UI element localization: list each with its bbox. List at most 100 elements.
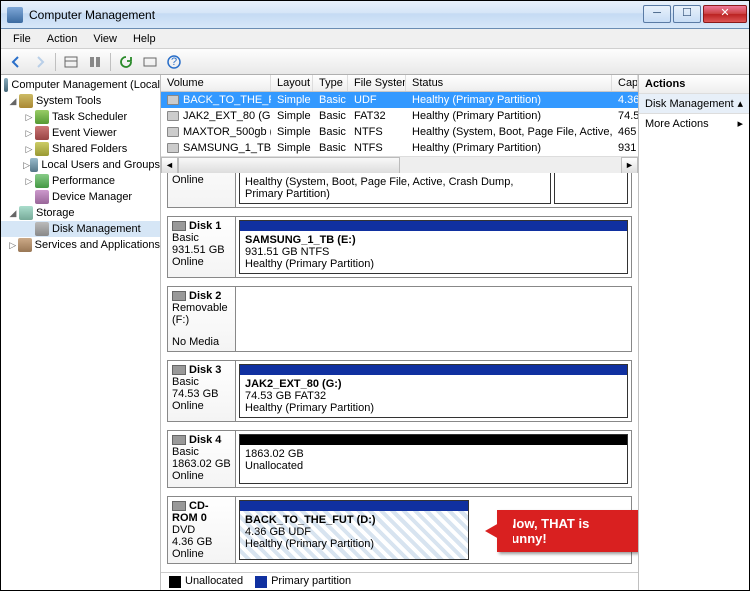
task-icon — [35, 110, 49, 124]
device-icon — [35, 190, 49, 204]
scroll-left-button[interactable]: ◄ — [161, 157, 178, 174]
refresh-button[interactable] — [115, 51, 137, 73]
disk-info: Disk 3Basic74.53 GBOnline — [168, 361, 236, 421]
tree-performance[interactable]: ▷Performance — [1, 173, 160, 189]
volume-row[interactable]: MAXTOR_500gb (C:)SimpleBasicNTFSHealthy … — [161, 124, 638, 140]
disk-partitions: SAMSUNG_1_TB (E:)931.51 GB NTFSHealthy (… — [236, 217, 631, 277]
volume-icon — [167, 143, 179, 153]
scroll-right-button[interactable]: ► — [621, 157, 638, 174]
tree-shared-folders[interactable]: ▷Shared Folders — [1, 141, 160, 157]
col-volume[interactable]: Volume — [161, 75, 271, 91]
disk-drive-icon — [172, 365, 186, 375]
tree-services-apps[interactable]: ▷Services and Applications — [1, 237, 160, 253]
tree-disk-management[interactable]: Disk Management — [1, 221, 160, 237]
volume-icon — [167, 111, 179, 121]
disk-icon — [35, 222, 49, 236]
col-filesystem[interactable]: File System — [348, 75, 406, 91]
disk-row[interactable]: Disk 4Basic1863.02 GBOnline1863.02 GBUna… — [167, 430, 632, 488]
legend-swatch-primary — [255, 576, 267, 588]
volume-row[interactable]: JAK2_EXT_80 (G:)SimpleBasicFAT32Healthy … — [161, 108, 638, 124]
partition[interactable]: MAXTOR_500gb (C:)465.75 GB NTFSHealthy (… — [239, 173, 551, 204]
forward-button[interactable] — [29, 51, 51, 73]
tree-local-users[interactable]: ▷Local Users and Groups — [1, 157, 160, 173]
volume-list-header: Volume Layout Type File System Status Ca… — [161, 75, 638, 92]
menu-help[interactable]: Help — [125, 31, 164, 47]
tree-system-tools[interactable]: ◢System Tools — [1, 93, 160, 109]
actions-disk-management[interactable]: Disk Management▴ — [639, 94, 749, 114]
disk-partitions — [236, 287, 631, 351]
disk-info: Disk 1Basic931.51 GBOnline — [168, 217, 236, 277]
disk-partitions: MAXTOR_500gb (C:)465.75 GB NTFSHealthy (… — [236, 173, 631, 207]
tree-device-manager[interactable]: Device Manager — [1, 189, 160, 205]
tools-icon — [19, 94, 33, 108]
menu-action[interactable]: Action — [39, 31, 86, 47]
tree-event-viewer[interactable]: ▷Event Viewer — [1, 125, 160, 141]
partition-bar — [240, 435, 627, 445]
disk-partitions: BACK_TO_THE_FUT (D:)4.36 GB UDFHealthy (… — [236, 497, 631, 563]
partition[interactable]: SAMSUNG_1_TB (E:)931.51 GB NTFSHealthy (… — [239, 220, 628, 274]
volume-list[interactable]: BACK_TO_THE_FUT (D:)SimpleBasicUDFHealth… — [161, 92, 638, 156]
partition[interactable]: 9 MBUnallocated — [554, 173, 628, 204]
disk-row[interactable]: CD-ROM 0DVD4.36 GBOnlineBACK_TO_THE_FUT … — [167, 496, 632, 564]
actions-pane: Actions Disk Management▴ More Actions▸ — [639, 75, 749, 590]
volume-hscrollbar[interactable]: ◄ ► — [161, 156, 638, 173]
disk-info: Disk 0Basic465.76 GBOnline — [168, 173, 236, 207]
svg-text:?: ? — [171, 56, 177, 68]
disk-info: CD-ROM 0DVD4.36 GBOnline — [168, 497, 236, 563]
users-icon — [30, 158, 38, 172]
event-icon — [35, 126, 49, 140]
disk-row[interactable]: Disk 3Basic74.53 GBOnlineJAK2_EXT_80 (G:… — [167, 360, 632, 422]
partition[interactable]: 1863.02 GBUnallocated — [239, 434, 628, 484]
col-status[interactable]: Status — [406, 75, 612, 91]
partition[interactable]: BACK_TO_THE_FUT (D:)4.36 GB UDFHealthy (… — [239, 500, 469, 560]
disk-drive-icon — [172, 501, 186, 511]
window-minimize-button[interactable]: ─ — [643, 5, 671, 23]
tree-root[interactable]: Computer Management (Local — [1, 77, 160, 93]
toolbar-icon-4[interactable] — [139, 51, 161, 73]
disk-graphical-view[interactable]: Disk 0Basic465.76 GBOnlineMAXTOR_500gb (… — [161, 173, 638, 572]
actions-more[interactable]: More Actions▸ — [639, 114, 749, 133]
tree-storage[interactable]: ◢Storage — [1, 205, 160, 221]
legend-swatch-unallocated — [169, 576, 181, 588]
col-layout[interactable]: Layout — [271, 75, 313, 91]
legend-label-unallocated: Unallocated — [185, 575, 243, 587]
disk-row[interactable]: Disk 1Basic931.51 GBOnlineSAMSUNG_1_TB (… — [167, 216, 632, 278]
app-icon — [7, 7, 23, 23]
disk-partitions: JAK2_EXT_80 (G:)74.53 GB FAT32Healthy (P… — [236, 361, 631, 421]
disk-info: Disk 2Removable (F:)No Media — [168, 287, 236, 351]
menu-file[interactable]: File — [5, 31, 39, 47]
volume-row[interactable]: BACK_TO_THE_FUT (D:)SimpleBasicUDFHealth… — [161, 92, 638, 108]
disk-row[interactable]: Disk 2Removable (F:)No Media — [167, 286, 632, 352]
partition[interactable]: JAK2_EXT_80 (G:)74.53 GB FAT32Healthy (P… — [239, 364, 628, 418]
legend-label-primary: Primary partition — [271, 575, 351, 587]
window-close-button[interactable]: ✕ — [703, 5, 747, 23]
col-capacity[interactable]: Cap — [612, 75, 638, 91]
toolbar-icon-1[interactable] — [60, 51, 82, 73]
share-icon — [35, 142, 49, 156]
toolbar-icon-2[interactable] — [84, 51, 106, 73]
col-type[interactable]: Type — [313, 75, 348, 91]
nav-tree[interactable]: Computer Management (Local ◢System Tools… — [1, 75, 161, 590]
partition-bar — [240, 365, 627, 375]
tree-task-scheduler[interactable]: ▷Task Scheduler — [1, 109, 160, 125]
volume-icon — [167, 95, 179, 105]
menu-view[interactable]: View — [85, 31, 125, 47]
disk-drive-icon — [172, 221, 186, 231]
help-button[interactable]: ? — [163, 51, 185, 73]
back-button[interactable] — [5, 51, 27, 73]
services-icon — [18, 238, 31, 252]
scroll-thumb[interactable] — [178, 157, 400, 174]
window-maximize-button[interactable]: ☐ — [673, 5, 701, 23]
collapse-icon: ▴ — [737, 97, 743, 110]
legend: Unallocated Primary partition — [161, 572, 638, 590]
partition-bar — [240, 501, 468, 511]
chevron-right-icon: ▸ — [737, 117, 743, 130]
storage-icon — [19, 206, 33, 220]
disk-row[interactable]: Disk 0Basic465.76 GBOnlineMAXTOR_500gb (… — [167, 173, 632, 208]
menu-bar: File Action View Help — [1, 29, 749, 49]
partition-bar — [240, 221, 627, 231]
perf-icon — [35, 174, 49, 188]
disk-info: Disk 4Basic1863.02 GBOnline — [168, 431, 236, 487]
computer-icon — [4, 78, 8, 92]
volume-row[interactable]: SAMSUNG_1_TB (E:)SimpleBasicNTFSHealthy … — [161, 140, 638, 156]
